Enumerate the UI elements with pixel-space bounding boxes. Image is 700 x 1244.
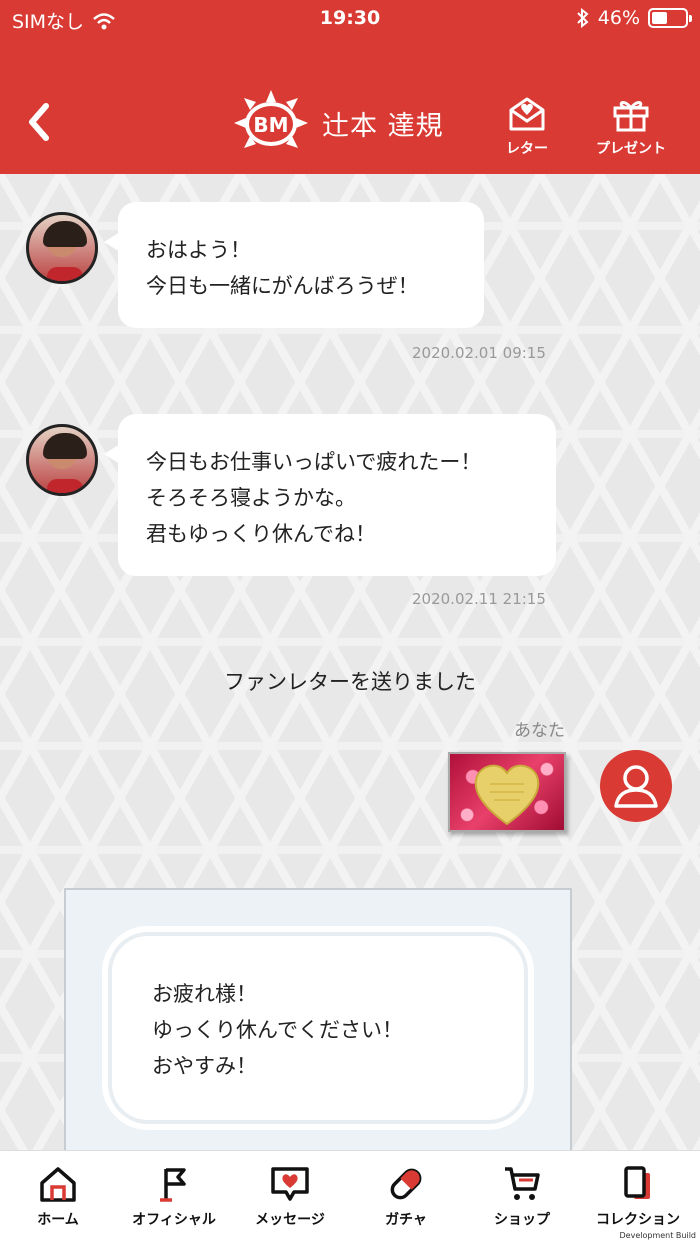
chat-area[interactable]: おはよう！ 今日も一緒にがんばろうぜ！ 2020.02.01 09:15 今日も… <box>0 174 700 1150</box>
tab-label: ガチャ <box>385 1212 427 1228</box>
tab-collection[interactable]: コレクション <box>580 1165 696 1229</box>
fan-letter-notice: ファンレターを送りました <box>224 670 476 694</box>
battery-fill <box>652 12 667 24</box>
tab-label: ショップ <box>494 1212 550 1228</box>
capsule-icon <box>390 1168 422 1200</box>
battery-icon <box>648 8 692 28</box>
app-header: BM 辻本 達規 レター プレゼント <box>0 80 700 174</box>
cart-icon <box>505 1167 540 1200</box>
status-right: 46% <box>576 7 692 29</box>
user-icon <box>614 765 658 808</box>
flag-icon <box>160 1168 186 1202</box>
tab-shop[interactable]: ショップ <box>464 1165 580 1229</box>
message-bubble: おはよう！ 今日も一緒にがんばろうぜ！ <box>104 202 484 328</box>
you-label: あなた <box>514 721 565 741</box>
present-label: プレゼント <box>596 141 666 157</box>
top-bar: SIMなし 19:30 46% BM 辻本 達規 レター プレゼント <box>0 0 700 174</box>
avatar[interactable] <box>26 424 98 496</box>
home-icon <box>40 1167 76 1202</box>
tab-bar: ホーム オフィシャル メッセージ ガチャ ショップ コレクション Develop… <box>0 1150 700 1244</box>
letter-line: おやすみ！ <box>152 1054 257 1078</box>
chevron-left-icon <box>29 103 49 141</box>
bluetooth-icon <box>577 8 589 28</box>
tab-label: コレクション <box>596 1212 680 1228</box>
letter-inner-frame: お疲れ様！ ゆっくり休んでください！ おやすみ！ <box>108 932 528 1124</box>
status-bar: SIMなし 19:30 46% <box>0 0 700 36</box>
message-line: 今日もお仕事いっぱいで疲れたー！ <box>146 450 482 474</box>
message-line: 君もゆっくり休んでね！ <box>146 522 376 546</box>
letter-button[interactable]: レター <box>506 96 548 158</box>
tab-gacha[interactable]: ガチャ <box>348 1165 464 1229</box>
tab-label: ホーム <box>37 1212 79 1228</box>
bm-logo-icon: BM <box>234 90 308 148</box>
message-timestamp: 2020.02.01 09:15 <box>412 344 546 362</box>
letter-line: お疲れ様！ <box>152 982 257 1006</box>
message-line: 今日も一緒にがんばろうぜ！ <box>146 274 419 298</box>
battery-percent: 46% <box>597 7 640 29</box>
tab-label: メッセージ <box>255 1212 325 1228</box>
user-avatar[interactable] <box>600 750 672 822</box>
message-heart-icon <box>271 1167 309 1201</box>
letter-icon <box>509 97 545 131</box>
message-line: おはよう！ <box>146 238 251 262</box>
cards-icon <box>624 1166 650 1199</box>
letter-thumbnail[interactable] <box>448 752 566 832</box>
message-line: そろそろ寝ようかな。 <box>146 486 356 510</box>
page-title: 辻本 達規 <box>322 110 444 142</box>
heart-icon <box>474 764 540 826</box>
dev-build-note: Development Build <box>619 1231 696 1240</box>
tab-official[interactable]: オフィシャル <box>116 1165 232 1229</box>
gift-icon <box>613 101 649 132</box>
letter-line: ゆっくり休んでください！ <box>152 1018 403 1042</box>
back-button[interactable] <box>16 98 64 146</box>
present-button[interactable]: プレゼント <box>596 96 666 158</box>
letter-text: お疲れ様！ ゆっくり休んでください！ おやすみ！ <box>152 976 403 1084</box>
message-bubble: 今日もお仕事いっぱいで疲れたー！ そろそろ寝ようかな。 君もゆっくり休んでね！ <box>104 414 556 576</box>
tab-label: オフィシャル <box>132 1212 216 1228</box>
avatar[interactable] <box>26 212 98 284</box>
brand: BM 辻本 達規 <box>230 88 444 158</box>
message-timestamp: 2020.02.11 21:15 <box>412 590 546 608</box>
letter-card[interactable]: お疲れ様！ ゆっくり休んでください！ おやすみ！ <box>64 888 572 1150</box>
tab-home[interactable]: ホーム <box>0 1165 116 1229</box>
svg-text:BM: BM <box>253 113 288 137</box>
letter-label: レター <box>506 141 548 157</box>
tab-message[interactable]: メッセージ <box>232 1165 348 1229</box>
